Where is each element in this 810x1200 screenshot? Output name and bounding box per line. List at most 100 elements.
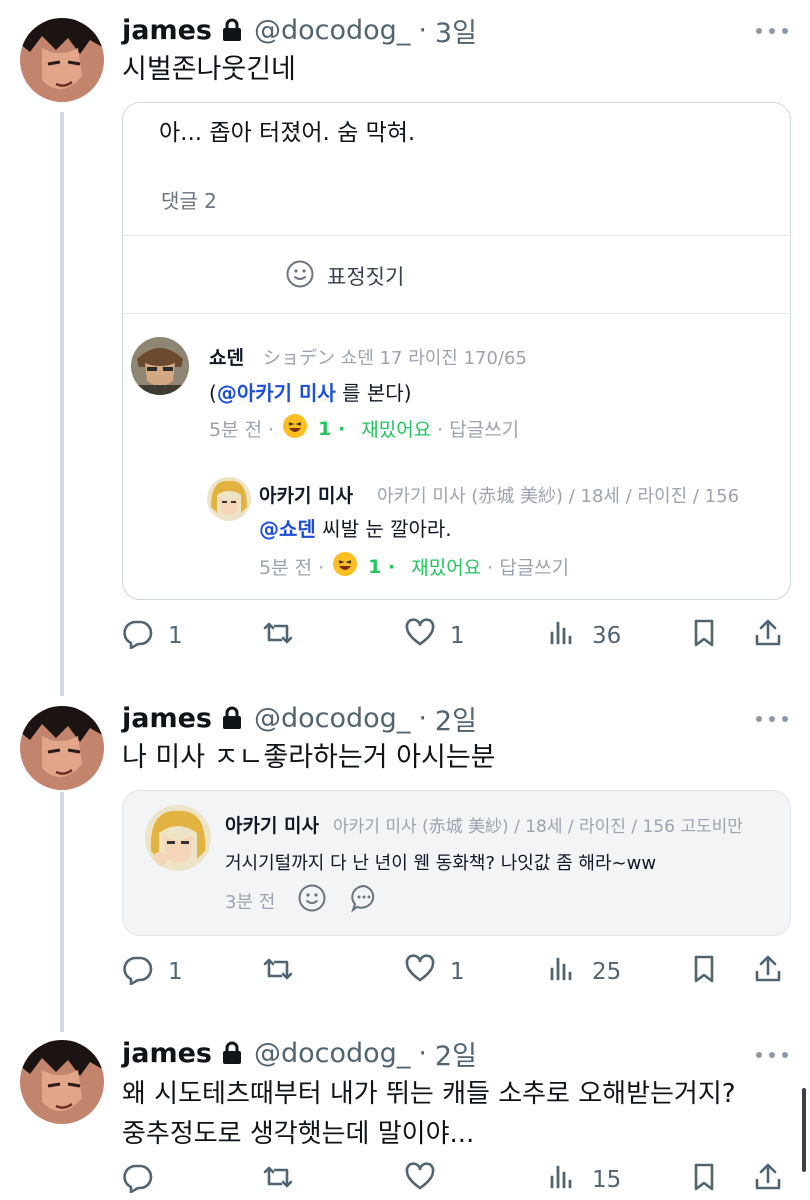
divider — [123, 235, 790, 236]
tweet-header: james @docodog_ · 2일 — [122, 1034, 477, 1073]
avatar[interactable] — [20, 18, 104, 102]
handle[interactable]: @docodog_ — [254, 703, 410, 734]
timestamp[interactable]: 2일 — [435, 1034, 477, 1073]
smiley-icon[interactable] — [297, 883, 327, 918]
reply-button[interactable]: · 답글쓰기 — [437, 415, 519, 442]
comment-meta: 아카기 미사 (赤城 美紗) / 18세 / 라이진 / 156 — [377, 486, 740, 507]
comment-text: 씨발 눈 깔아라. — [315, 517, 452, 541]
handle[interactable]: @docodog_ — [254, 1038, 410, 1069]
funny-reaction-label[interactable]: 재밌어요 — [411, 553, 481, 580]
comment-time: 5분 전 · — [209, 419, 275, 441]
repost-icon — [262, 617, 294, 655]
divider — [123, 313, 790, 314]
repost-icon — [262, 953, 294, 991]
like-count: 1 — [450, 623, 465, 649]
share-action[interactable] — [752, 1160, 784, 1200]
avatar[interactable] — [20, 1040, 104, 1124]
comment-footer: 3분 전 — [225, 883, 379, 918]
like-action[interactable]: 1 — [404, 616, 465, 656]
views-action[interactable]: 25 — [546, 952, 621, 992]
paren: ( — [209, 381, 217, 405]
tweet-header: james @docodog_ · 3일 — [122, 11, 477, 50]
comment-body: (@아카기 미사 를 본다) — [209, 377, 412, 406]
bookmark-action[interactable] — [688, 616, 720, 656]
share-action[interactable] — [752, 952, 784, 992]
display-name[interactable]: james — [122, 703, 212, 734]
views-action[interactable]: 36 — [546, 616, 621, 656]
comment-meta: ショデン 쇼덴 17 라이진 170/65 — [263, 348, 527, 369]
comment-author[interactable]: 아카기 미사 — [259, 481, 353, 508]
share-icon — [752, 1161, 784, 1199]
reply-icon — [122, 1161, 154, 1199]
bookmark-icon — [688, 1161, 720, 1199]
separator-dot: · — [418, 1037, 427, 1069]
mention-link[interactable]: @쇼덴 — [259, 517, 316, 541]
comment-footer: 5분 전 · 1 · 재밌어요 · 답글쓰기 — [209, 413, 519, 444]
tweet-action-bar: 1 1 36 — [122, 616, 790, 656]
separator-dot: · — [418, 702, 427, 734]
commenter-avatar[interactable] — [131, 337, 189, 395]
timestamp[interactable]: 2일 — [435, 699, 477, 738]
comment-body: @쇼덴 씨발 눈 깔아라. — [259, 513, 452, 542]
like-count: 1 — [450, 959, 465, 985]
views-action[interactable]: 15 — [546, 1160, 621, 1200]
tweet-text: 시벌존나웃긴네 — [122, 54, 296, 85]
share-icon — [752, 617, 784, 655]
more-options-icon[interactable] — [756, 1050, 788, 1060]
display-name[interactable]: james — [122, 1038, 212, 1069]
more-options-icon[interactable] — [756, 26, 788, 36]
tweet-action-bar: 15 — [122, 1160, 790, 1200]
reply-action[interactable] — [122, 1160, 168, 1200]
heart-icon — [404, 953, 436, 991]
mention-link[interactable]: @아카기 미사 — [217, 381, 336, 405]
thread-line — [60, 112, 64, 696]
handle[interactable]: @docodog_ — [254, 15, 410, 46]
like-action[interactable] — [404, 1160, 450, 1200]
comment-time: 5분 전 · — [259, 557, 325, 579]
comment-text: 를 본다) — [335, 381, 412, 405]
lock-icon — [222, 706, 242, 730]
views-count: 25 — [592, 959, 622, 985]
comment-text: 거시기털까지 다 난 년이 웬 동화책? 나잇값 좀 해라~ww — [225, 853, 657, 874]
share-action[interactable] — [752, 616, 784, 656]
reply-icon — [122, 617, 154, 655]
like-action[interactable]: 1 — [404, 952, 465, 992]
more-options-icon[interactable] — [756, 714, 788, 724]
bookmark-icon — [688, 953, 720, 991]
funny-reaction-label[interactable]: 재밌어요 — [361, 415, 431, 442]
reply-action[interactable]: 1 — [122, 616, 183, 656]
reply-button[interactable]: · 답글쓰기 — [487, 553, 569, 580]
commenter-avatar[interactable] — [145, 805, 211, 871]
bookmark-action[interactable] — [688, 1160, 720, 1200]
commenter-avatar[interactable] — [207, 477, 251, 521]
display-name[interactable]: james — [122, 15, 212, 46]
separator-dot: · — [418, 14, 427, 46]
reply-action[interactable]: 1 — [122, 952, 183, 992]
views-chart-icon — [546, 953, 578, 991]
reaction-button[interactable]: 표정짓기 — [285, 259, 404, 293]
views-count: 15 — [592, 1167, 622, 1193]
reaction-count: 1 · — [368, 555, 396, 578]
laughing-emoji-icon — [332, 551, 358, 582]
repost-action[interactable] — [262, 616, 308, 656]
bookmark-action[interactable] — [688, 952, 720, 992]
comment-author[interactable]: 아카기 미사 — [225, 811, 319, 838]
comment-bubble-icon[interactable] — [349, 883, 379, 918]
quoted-screenshot-card[interactable]: 아... 좁아 터졌어. 숨 막혀. 댓글 2 표정짓기 쇼덴 ショデン 쇼덴 … — [122, 102, 791, 600]
reaction-label: 표정짓기 — [327, 265, 405, 289]
scrollbar[interactable] — [802, 1088, 806, 1172]
timestamp[interactable]: 3일 — [435, 11, 477, 50]
tweet-action-bar: 1 1 25 — [122, 952, 790, 992]
repost-action[interactable] — [262, 952, 308, 992]
comment-author[interactable]: 쇼덴 — [209, 343, 244, 370]
repost-action[interactable] — [262, 1160, 308, 1200]
avatar[interactable] — [20, 706, 104, 790]
views-chart-icon — [546, 617, 578, 655]
smiley-icon — [285, 259, 315, 293]
repost-icon — [262, 1161, 294, 1199]
comment-count: 댓글 2 — [161, 189, 217, 213]
quoted-screenshot-card[interactable]: 아카기 미사 아카기 미사 (赤城 美紗) / 18세 / 라이진 / 156 … — [122, 790, 791, 936]
share-icon — [752, 953, 784, 991]
tweet-text-line: 왜 시도테츠때부터 내가 뛰는 캐들 소추로 오해받는거지? — [122, 1079, 736, 1109]
lock-icon — [222, 18, 242, 42]
